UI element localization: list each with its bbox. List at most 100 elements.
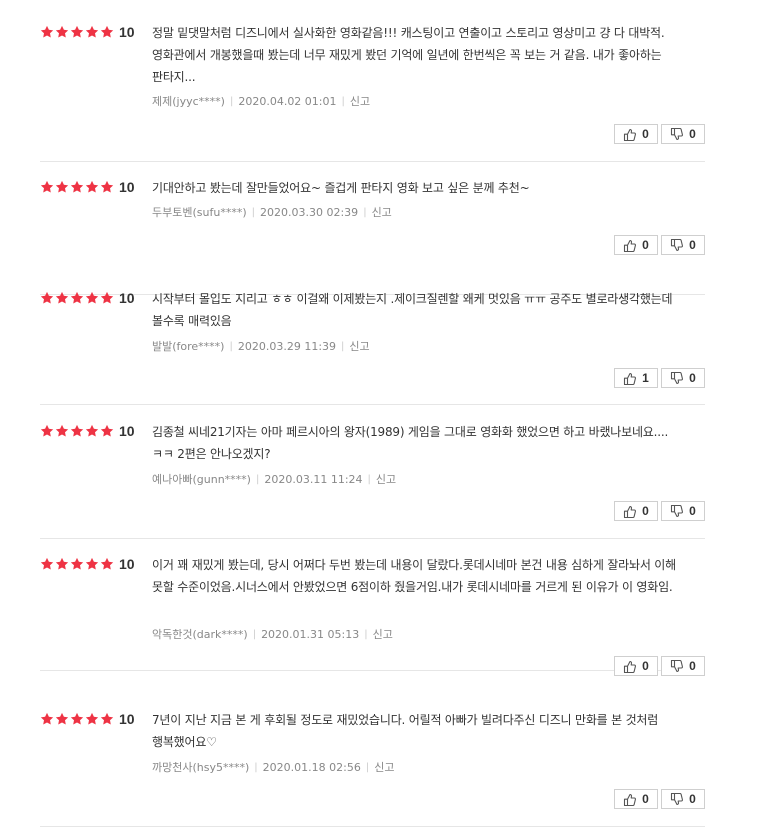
dislike-button[interactable]: 0 [661, 235, 705, 255]
star-icon [40, 712, 54, 725]
report-link[interactable]: 신고 [349, 338, 369, 354]
star-icon [40, 424, 54, 437]
star-icon [55, 180, 69, 193]
review-date: 2020.01.31 05:13 [261, 627, 360, 641]
like-button[interactable]: 0 [614, 656, 658, 676]
star-icon [55, 424, 69, 437]
score-number: 10 [119, 711, 135, 727]
review-item: 10 정말 밑댓말처럼 디즈니에서 실사화한 영화같음!!! 캐스팅이고 연출이고… [40, 22, 705, 162]
star-icon [100, 557, 114, 570]
star-icon [40, 557, 54, 570]
report-link[interactable]: 신고 [350, 93, 370, 109]
star-icon [100, 25, 114, 38]
star-icon [70, 180, 84, 193]
star-icon [100, 424, 114, 437]
star-icon [85, 291, 99, 304]
star-icon [100, 291, 114, 304]
score-number: 10 [119, 24, 135, 40]
star-icon [70, 712, 84, 725]
star-icon [100, 712, 114, 725]
star-rating [40, 557, 114, 571]
thumbs-up-icon [624, 505, 637, 518]
star-icon [40, 180, 54, 193]
like-count: 0 [642, 504, 649, 518]
like-button[interactable]: 0 [614, 789, 658, 809]
review-score: 10 [40, 554, 135, 574]
dislike-button[interactable]: 0 [661, 789, 705, 809]
score-number: 10 [119, 423, 135, 439]
review-date: 2020.01.18 02:56 [262, 760, 361, 774]
review-meta: 발발(fore****) | 2020.03.29 11:39 | 신고 [152, 337, 370, 355]
review-item: 10 7년이 지난 지금 본 게 후회될 정도로 재밌었습니다. 어릴적 아빠가 … [40, 709, 705, 827]
review-item: 10 김종철 씨네21기자는 아마 페르시아의 왕자(1989) 게임을 그대로 … [40, 421, 705, 539]
star-rating [40, 291, 114, 305]
report-link[interactable]: 신고 [373, 626, 393, 642]
review-date: 2020.03.30 02:39 [260, 205, 359, 219]
dislike-button[interactable]: 0 [661, 368, 705, 388]
dislike-button[interactable]: 0 [661, 124, 705, 144]
star-icon [100, 180, 114, 193]
review-text: 기대안하고 봤는데 잘만들었어요~ 즐겁게 판타지 영화 보고 싶은 분께 추천… [152, 181, 530, 195]
like-count: 1 [642, 371, 649, 385]
review-author: 예나아빠(gunn****) [152, 473, 251, 486]
star-rating [40, 180, 114, 194]
review-text: 시작부터 몰입도 지리고 ㅎㅎ 이걸왜 이제봤는지 .제이크질렌할 왜케 멋있음… [152, 292, 673, 328]
review-author: 두부토벤(sufu****) [152, 206, 247, 219]
review-score: 10 [40, 421, 135, 441]
dislike-count: 0 [689, 504, 696, 518]
vote-buttons: 00 [614, 656, 705, 676]
thumbs-up-icon [624, 372, 637, 385]
star-rating [40, 712, 114, 726]
star-icon [40, 25, 54, 38]
thumbs-up-icon [624, 793, 637, 806]
review-item: 10 시작부터 몰입도 지리고 ㅎㅎ 이걸왜 이제봤는지 .제이크질렌할 왜케 멋… [40, 288, 705, 405]
meta-divider: | [341, 95, 345, 107]
dislike-button[interactable]: 0 [661, 656, 705, 676]
review-text: 김종철 씨네21기자는 아마 페르시아의 왕자(1989) 게임을 그대로 영화… [152, 425, 669, 461]
review-meta: 제제(jyyc****) | 2020.04.02 01:01 | 신고 [152, 92, 370, 110]
star-icon [55, 291, 69, 304]
like-button[interactable]: 1 [614, 368, 658, 388]
thumbs-down-icon [671, 238, 684, 251]
like-button[interactable]: 0 [614, 124, 658, 144]
dislike-button[interactable]: 0 [661, 501, 705, 521]
meta-divider: | [255, 473, 260, 485]
review-author: 제제(jyyc****) [152, 95, 225, 108]
review-date: 2020.04.02 01:01 [238, 94, 337, 108]
dislike-count: 0 [689, 127, 696, 141]
like-count: 0 [642, 238, 649, 252]
thumbs-down-icon [671, 792, 684, 805]
review-author: 까망천사(hsy5****) [152, 761, 250, 774]
star-icon [85, 557, 99, 570]
review-list: 10 정말 밑댓말처럼 디즈니에서 실사화한 영화같음!!! 캐스팅이고 연출이고… [0, 0, 758, 837]
star-icon [85, 424, 99, 437]
like-button[interactable]: 0 [614, 501, 658, 521]
dislike-count: 0 [689, 238, 696, 252]
dislike-count: 0 [689, 371, 696, 385]
meta-divider: | [364, 628, 368, 640]
review-meta: 예나아빠(gunn****) | 2020.03.11 11:24 | 신고 [152, 470, 396, 488]
star-icon [85, 712, 99, 725]
star-icon [85, 180, 99, 193]
thumbs-up-icon [624, 660, 637, 673]
vote-buttons: 10 [614, 368, 705, 388]
star-icon [70, 557, 84, 570]
report-link[interactable]: 신고 [376, 471, 396, 487]
report-link[interactable]: 신고 [374, 759, 394, 775]
star-icon [70, 25, 84, 38]
meta-divider: | [363, 206, 367, 218]
like-button[interactable]: 0 [614, 235, 658, 255]
meta-divider: | [341, 340, 345, 352]
review-meta: 까망천사(hsy5****) | 2020.01.18 02:56 | 신고 [152, 758, 394, 776]
meta-divider: | [365, 761, 370, 773]
like-count: 0 [642, 127, 649, 141]
meta-divider: | [254, 761, 258, 773]
score-number: 10 [119, 556, 135, 572]
star-icon [70, 291, 84, 304]
review-score: 10 [40, 709, 135, 729]
report-link[interactable]: 신고 [372, 204, 392, 220]
review-score: 10 [40, 22, 135, 42]
like-count: 0 [642, 792, 649, 806]
review-text: 이거 꽤 재밌게 봤는데, 당시 어쩌다 두번 봤는데 내용이 달랐다.롯데시네… [152, 558, 676, 594]
star-icon [40, 291, 54, 304]
